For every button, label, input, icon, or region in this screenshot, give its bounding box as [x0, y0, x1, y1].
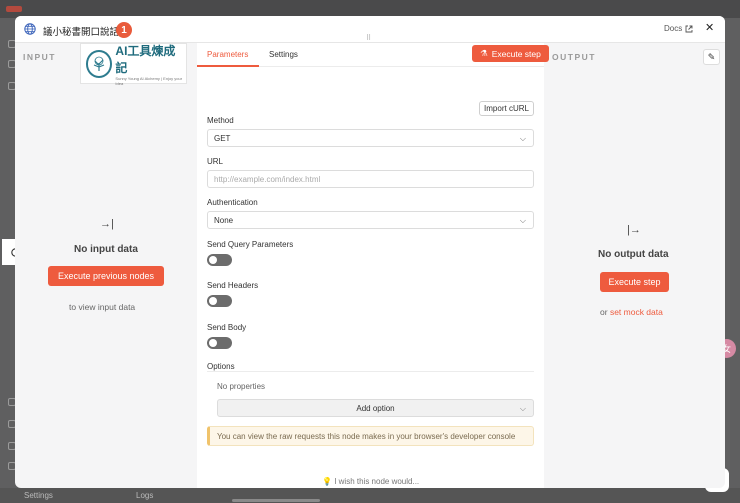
docs-link[interactable]: Docs: [664, 24, 693, 33]
input-hint: to view input data: [69, 302, 136, 312]
input-arrow-icon: →|: [100, 218, 114, 230]
background-bottom-bar: Settings Logs: [0, 488, 740, 503]
close-icon[interactable]: ✕: [705, 21, 714, 34]
globe-icon: [24, 23, 36, 35]
send-headers-label: Send Headers: [207, 281, 259, 290]
tree-logo-icon: [86, 49, 113, 78]
add-option-select[interactable]: Add option ⌵: [217, 399, 534, 417]
send-body-toggle[interactable]: [207, 337, 232, 349]
send-body-label: Send Body: [207, 323, 247, 332]
modal-header: 議小秘書開口說話 1 ⠿ Docs ✕: [15, 16, 725, 43]
options-divider: [207, 371, 534, 372]
method-select[interactable]: GET ⌵: [207, 129, 534, 147]
feedback-link[interactable]: 💡 I wish this node would...: [322, 477, 419, 486]
step-badge: 1: [116, 22, 132, 38]
authentication-select[interactable]: None ⌵: [207, 211, 534, 229]
logo-title: AI工具煉成記: [115, 43, 176, 75]
no-properties-text: No properties: [217, 382, 266, 391]
node-title[interactable]: 議小秘書開口說話: [43, 24, 119, 38]
set-mock-data-link[interactable]: set mock data: [610, 307, 663, 317]
or-text: or: [600, 307, 608, 317]
send-headers-toggle[interactable]: [207, 295, 232, 307]
execute-step-label: Execute step: [491, 48, 541, 59]
feedback-label: I wish this node would...: [334, 477, 420, 486]
send-query-toggle[interactable]: [207, 254, 232, 266]
logs-tab[interactable]: Logs: [136, 491, 153, 500]
sidebar-settings-label[interactable]: Settings: [24, 491, 53, 500]
no-output-title: No output data: [598, 249, 669, 260]
import-curl-button[interactable]: Import cURL: [479, 101, 534, 116]
app-logo: [6, 6, 22, 12]
chevron-down-icon: ⌵: [519, 404, 526, 413]
no-input-title: No input data: [74, 244, 138, 255]
method-value: GET: [214, 133, 231, 143]
mock-data-hint: or set mock data: [600, 307, 663, 317]
method-label: Method: [207, 116, 234, 125]
edit-output-icon[interactable]: ✎: [703, 49, 720, 65]
canvas-scrollbar[interactable]: [232, 499, 320, 502]
tab-parameters[interactable]: Parameters: [207, 50, 248, 59]
tab-settings[interactable]: Settings: [269, 50, 298, 59]
execute-step-button[interactable]: ⚗ Execute step: [472, 45, 549, 62]
node-details-modal: 議小秘書開口說話 1 ⠿ Docs ✕ INPUT AI工具煉成記 Sunny …: [15, 16, 725, 488]
execute-previous-nodes-button[interactable]: Execute previous nodes: [48, 266, 164, 286]
output-panel-label: OUTPUT: [552, 52, 596, 62]
docs-label: Docs: [664, 24, 683, 33]
options-label: Options: [207, 362, 235, 371]
output-execute-step-button[interactable]: Execute step: [600, 272, 669, 292]
sticky-logo-card: AI工具煉成記 Sunny Young AI Alchemy | Enjoy y…: [80, 43, 187, 86]
drag-handle-icon[interactable]: ⠿: [366, 34, 371, 42]
authentication-value: None: [214, 215, 234, 225]
external-link-icon: [685, 25, 693, 32]
parameters-panel: Parameters Settings ⚗ Execute step Impor…: [197, 43, 549, 488]
logo-subtitle: Sunny Young AI Alchemy | Enjoy your Idea: [115, 75, 183, 86]
chevron-down-icon: ⌵: [519, 134, 526, 143]
chevron-down-icon: ⌵: [519, 216, 526, 225]
send-query-label: Send Query Parameters: [207, 240, 294, 249]
url-input[interactable]: http://example.com/index.html: [207, 170, 534, 188]
flask-icon: ⚗: [480, 48, 488, 58]
add-option-label: Add option: [356, 403, 395, 413]
active-tab-indicator: [197, 65, 259, 67]
url-placeholder: http://example.com/index.html: [214, 174, 321, 184]
output-arrow-icon: |→: [627, 224, 641, 236]
authentication-label: Authentication: [207, 198, 258, 207]
developer-console-notice: You can view the raw requests this node …: [207, 426, 534, 446]
lightbulb-icon: 💡: [322, 477, 332, 486]
input-panel-label: INPUT: [23, 52, 56, 62]
url-label: URL: [207, 157, 224, 166]
